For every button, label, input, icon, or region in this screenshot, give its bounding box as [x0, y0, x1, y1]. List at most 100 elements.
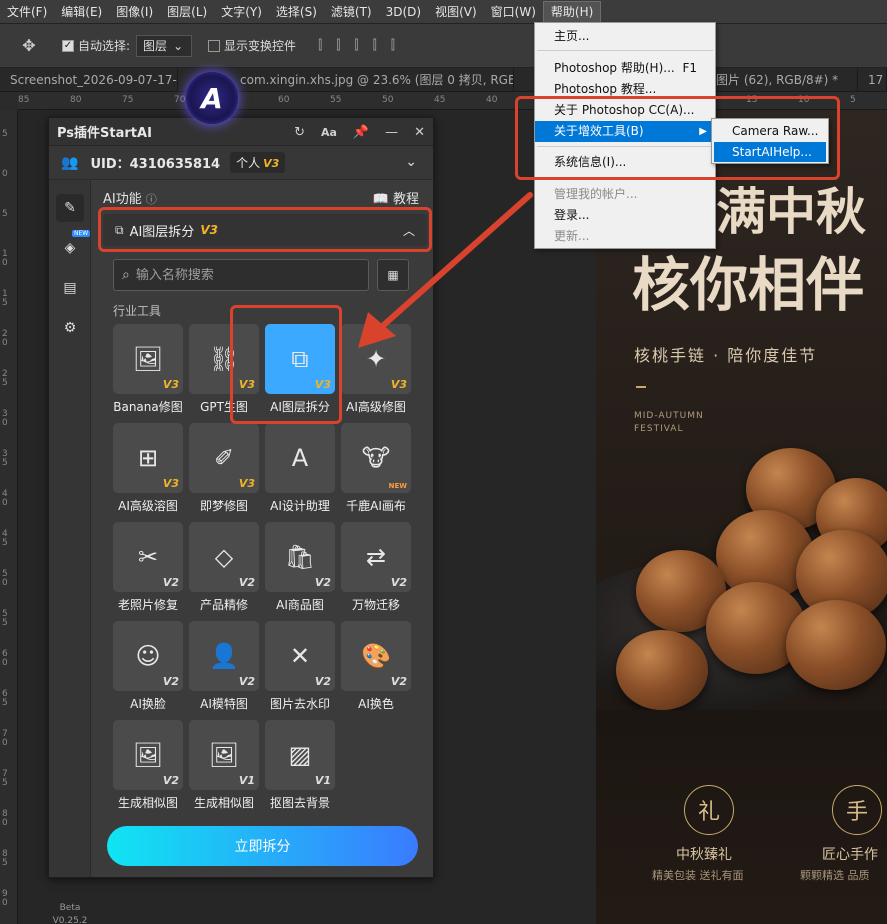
tool-label: AI高级修图: [346, 400, 406, 414]
menu-help[interactable]: 帮助(H): [542, 0, 602, 23]
edit-icon[interactable]: ✎: [56, 194, 84, 222]
help-menu-home[interactable]: 主页...: [535, 26, 715, 47]
ai-section-text: AI功能: [103, 192, 142, 207]
menu-select[interactable]: 选择(S): [269, 0, 324, 24]
help-menu-home-label: 主页...: [554, 29, 590, 43]
tool-card[interactable]: ✕ V2 图片去水印: [265, 621, 335, 715]
layers-icon[interactable]: ◈ NEW: [56, 230, 91, 262]
ruler-tick: 65: [2, 689, 8, 708]
info-icon[interactable]: ⓘ: [146, 193, 157, 206]
tool-version-badge: V3: [162, 477, 179, 490]
help-menu-ps-tutorial-label: Photoshop 教程...: [554, 82, 657, 96]
tool-icon: ⇄ V2: [341, 522, 411, 592]
book-icon: 📖: [372, 192, 389, 207]
tool-version-badge: V2: [162, 774, 179, 787]
tool-card[interactable]: 🐮 NEW 千鹿AI画布: [341, 423, 411, 517]
tool-version-badge: V2: [390, 675, 407, 688]
auto-select-checkbox[interactable]: ✓: [62, 39, 74, 52]
ruler-tick: 5: [2, 209, 8, 219]
tool-version-badge: V3: [162, 378, 179, 391]
tool-card[interactable]: 👤 V2 AI模特图: [189, 621, 259, 715]
tool-card[interactable]: ⇄ V2 万物迁移: [341, 522, 411, 616]
gear-icon[interactable]: ⚙: [56, 314, 84, 342]
ruler-tick: 45: [2, 529, 8, 548]
doc-tab-1[interactable]: Screenshot_2026-09-07-17-04-55: [0, 67, 178, 92]
align-right-icon[interactable]: ⫿: [354, 38, 358, 53]
tool-card[interactable]: ☺ V2 AI换脸: [113, 621, 183, 715]
pin-icon[interactable]: 📌: [353, 125, 369, 140]
tool-icon: 🖼 V1: [189, 720, 259, 790]
tool-card[interactable]: 🖼 V1 生成相似图: [189, 720, 259, 814]
chevron-down-icon[interactable]: ⌄: [405, 154, 417, 170]
plan-version: V3: [263, 157, 280, 170]
help-menu-login-label: 登录...: [554, 208, 590, 222]
font-size-icon[interactable]: Aa: [321, 126, 337, 139]
doc-tab-3[interactable]: 17: [858, 67, 887, 92]
ruler-tick: 70: [2, 729, 8, 748]
ruler-tick: 85: [18, 95, 30, 105]
help-menu-ps-help-label: Photoshop 帮助(H)...: [554, 61, 675, 75]
tool-card[interactable]: 🖼 V3 Banana修图: [113, 324, 183, 418]
align-hcenter-icon[interactable]: ⫿: [336, 38, 340, 53]
version-label: V0.25.2: [52, 916, 88, 924]
tool-card[interactable]: ✦ V3 AI高级修图: [341, 324, 411, 418]
tool-version-badge: V2: [238, 576, 255, 589]
poster-caption-1-sub: 精美包装 送礼有面: [652, 869, 744, 882]
menu-bar: 文件(F) 编辑(E) 图像(I) 图层(L) 文字(Y) 选择(S) 滤镜(T…: [0, 0, 887, 24]
tool-label: AI换脸: [130, 697, 166, 711]
tool-icon: 🐮 NEW: [341, 423, 411, 493]
help-menu-ps-help[interactable]: Photoshop 帮助(H)... F1: [535, 58, 715, 79]
ruler-tick: 60: [278, 95, 290, 105]
menu-image[interactable]: 图像(I): [109, 0, 160, 24]
move-tool-icon[interactable]: ✥: [12, 32, 46, 60]
menu-window[interactable]: 窗口(W): [484, 0, 543, 24]
tutorial-link[interactable]: 📖 教程: [373, 188, 419, 207]
tool-version-badge: V1: [238, 774, 255, 787]
align-top-icon[interactable]: ⫿: [373, 38, 377, 53]
tool-search[interactable]: ⌕: [113, 259, 369, 291]
help-menu-login[interactable]: 登录...: [535, 205, 715, 226]
list-view-icon[interactable]: ▦: [377, 259, 409, 291]
minimize-icon[interactable]: —: [385, 125, 398, 140]
tool-label: 图片去水印: [269, 697, 330, 711]
tool-icon: 🛍 V2: [265, 522, 335, 592]
tool-card[interactable]: ▨ V1 抠图去背景: [265, 720, 335, 814]
ruler-tick: 30: [2, 409, 8, 428]
show-transform-label: 显示变换控件: [224, 39, 297, 53]
menu-filter[interactable]: 滤镜(T): [324, 0, 379, 24]
align-vcenter-icon[interactable]: ⫿: [391, 38, 395, 53]
tool-icon: 🎨 V2: [341, 621, 411, 691]
tool-card[interactable]: ⊞ V3 AI高级溶图: [113, 423, 183, 517]
split-now-button[interactable]: 立即拆分: [107, 826, 418, 866]
tool-card[interactable]: ✐ V3 即梦修图: [189, 423, 259, 517]
ruler-tick: 70: [174, 95, 186, 105]
show-transform-checkbox[interactable]: [208, 39, 221, 52]
tool-card[interactable]: 🖼 V2 生成相似图: [113, 720, 183, 814]
version-info: Beta V0.25.2: [49, 902, 91, 924]
menu-file[interactable]: 文件(F): [0, 0, 54, 24]
document-icon[interactable]: ▤: [56, 274, 84, 302]
search-input[interactable]: [135, 267, 336, 283]
tool-card[interactable]: A AI设计助理: [265, 423, 335, 517]
tool-label: Banana修图: [113, 400, 183, 414]
close-icon[interactable]: ✕: [414, 125, 425, 140]
tool-card[interactable]: ✂ V2 老照片修复: [113, 522, 183, 616]
menu-3d[interactable]: 3D(D): [379, 0, 428, 24]
tool-card[interactable]: 🛍 V2 AI商品图: [265, 522, 335, 616]
tool-card[interactable]: 🎨 V2 AI换色: [341, 621, 411, 715]
menu-layer[interactable]: 图层(L): [160, 0, 214, 24]
tool-label: AI高级溶图: [118, 499, 178, 513]
auto-select-dropdown[interactable]: 图层 ⌄: [136, 34, 193, 57]
menu-view[interactable]: 视图(V): [428, 0, 484, 24]
ruler-tick: 35: [2, 449, 8, 468]
menu-type[interactable]: 文字(Y): [214, 0, 269, 24]
tool-card[interactable]: ◇ V2 产品精修: [189, 522, 259, 616]
align-left-icon[interactable]: ⫿: [318, 38, 322, 53]
tool-version-badge: V3: [390, 378, 407, 391]
refresh-icon[interactable]: ↻: [294, 125, 305, 140]
ruler-tick: 80: [70, 95, 82, 105]
ruler-tick: 45: [434, 95, 446, 105]
poster-en-text: MID-AUTUMN FESTIVAL: [634, 410, 704, 436]
poster-caption-2: 匠心手作: [822, 847, 878, 863]
menu-edit[interactable]: 编辑(E): [54, 0, 109, 24]
